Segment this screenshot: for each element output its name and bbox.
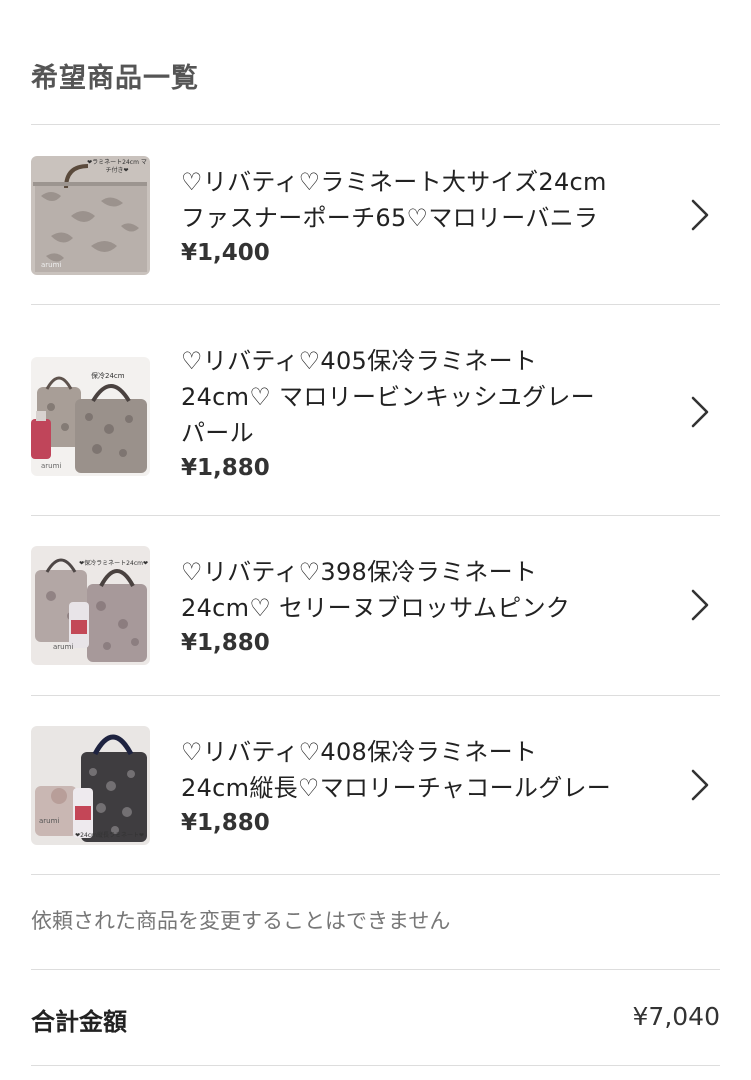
total-label: 合計金額 <box>31 1008 127 1036</box>
divider <box>31 695 720 696</box>
thumbnail-caption: ❤24cm縦長ラミネート❤ <box>75 831 144 839</box>
divider <box>31 124 720 125</box>
item-name: ♡リバティ♡405保冷ラミネート 24cm♡ マロリービンキッシユグレー パール <box>181 347 595 447</box>
thumbnail-caption: ❤ラミネート24cm マチ付き❤ <box>87 158 147 174</box>
product-thumbnail: ❤保冷ラミネート24cm❤ arumi <box>31 545 150 665</box>
thumbnail-watermark: arumi <box>41 461 62 470</box>
divider <box>31 874 720 875</box>
thumbnail-caption: 保冷24cm <box>91 371 125 380</box>
chevron-right-icon <box>691 769 709 801</box>
wishlist-page: 希望商品一覧 ❤ラミネート24cm マチ付き❤ arumi ♡リバティ♡ラミネー… <box>0 0 751 1080</box>
chevron-right-icon <box>691 589 709 621</box>
item-name: ♡リバティ♡408保冷ラミネート 24cm縦長♡マロリーチャコールグレー <box>181 738 612 802</box>
item-price: ¥1,880 <box>181 810 270 836</box>
notice-text: 依頼された商品を変更することはできません <box>31 909 451 933</box>
thumbnail-watermark: arumi <box>39 816 60 825</box>
chevron-right-icon <box>691 199 709 231</box>
item-name: ♡リバティ♡398保冷ラミネート 24cm♡ セリーヌブロッサムピンク <box>181 558 571 622</box>
item-price: ¥1,880 <box>181 455 270 481</box>
item-price: ¥1,880 <box>181 630 270 656</box>
chevron-right-icon <box>691 396 709 428</box>
product-thumbnail: ❤ラミネート24cm マチ付き❤ arumi <box>31 155 150 275</box>
divider <box>31 304 720 305</box>
item-info: ♡リバティ♡405保冷ラミネート 24cm♡ マロリービンキッシユグレー パール… <box>181 343 661 481</box>
divider <box>31 515 720 516</box>
list-item[interactable]: ❤保冷ラミネート24cm❤ arumi ♡リバティ♡398保冷ラミネート 24c… <box>31 544 720 666</box>
item-info: ♡リバティ♡408保冷ラミネート 24cm縦長♡マロリーチャコールグレー ¥1,… <box>181 734 661 836</box>
product-thumbnail: ❤24cm縦長ラミネート❤ arumi <box>31 725 150 845</box>
list-item[interactable]: ❤24cm縦長ラミネート❤ arumi ♡リバティ♡408保冷ラミネート 24c… <box>31 724 720 846</box>
thumbnail-caption: ❤保冷ラミネート24cm❤ <box>79 559 148 567</box>
divider <box>31 969 720 970</box>
product-thumbnail: 保冷24cm arumi <box>31 356 150 476</box>
total-value: ¥7,040 <box>632 1002 720 1031</box>
section-title: 希望商品一覧 <box>31 63 199 94</box>
item-info: ♡リバティ♡398保冷ラミネート 24cm♡ セリーヌブロッサムピンク ¥1,8… <box>181 554 661 656</box>
item-name: ♡リバティ♡ラミネート大サイズ24cm ファスナーポーチ65♡マロリーバニラ <box>181 168 607 232</box>
divider <box>31 1065 720 1066</box>
thumbnail-watermark: arumi <box>41 260 62 269</box>
item-info: ♡リバティ♡ラミネート大サイズ24cm ファスナーポーチ65♡マロリーバニラ ¥… <box>181 164 661 266</box>
list-item[interactable]: ❤ラミネート24cm マチ付き❤ arumi ♡リバティ♡ラミネート大サイズ24… <box>31 154 720 276</box>
item-price: ¥1,400 <box>181 240 270 266</box>
list-item[interactable]: 保冷24cm arumi ♡リバティ♡405保冷ラミネート 24cm♡ マロリー… <box>31 332 720 492</box>
thumbnail-watermark: arumi <box>53 642 74 651</box>
